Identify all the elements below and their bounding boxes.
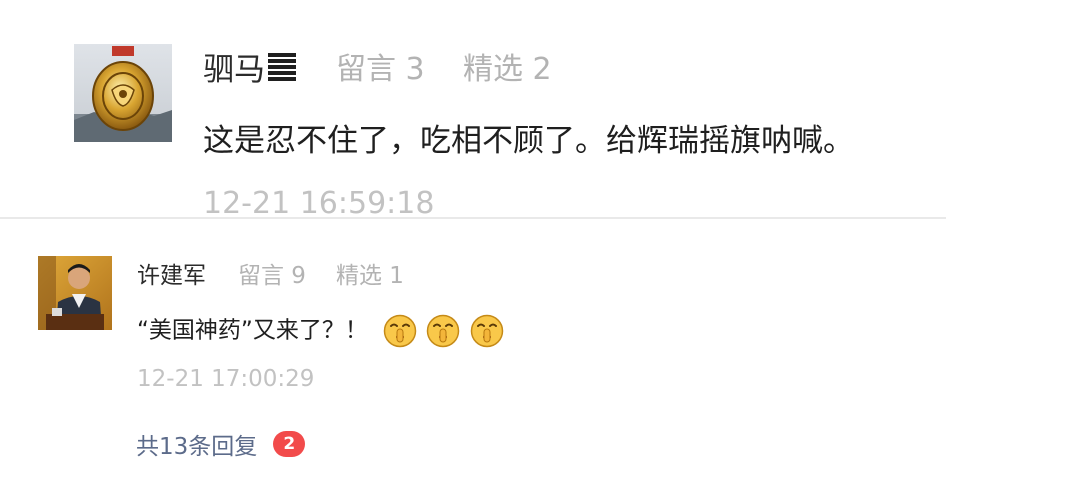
featured-count: 精选 1 bbox=[336, 263, 404, 289]
avatar[interactable] bbox=[38, 256, 112, 330]
view-replies-link[interactable]: 共13条回复 2 bbox=[136, 427, 306, 461]
comment-author[interactable]: 驷马 bbox=[203, 50, 297, 90]
featured-count: 精选 2 bbox=[463, 52, 552, 87]
shushing-face-icon bbox=[427, 314, 460, 347]
author-name: 驷马 bbox=[203, 52, 265, 88]
replies-label: 共13条回复 bbox=[136, 434, 258, 460]
divider bbox=[0, 217, 946, 219]
message-count: 留言 3 bbox=[336, 52, 425, 87]
comment-author[interactable]: 许建军 bbox=[137, 260, 206, 292]
comment-text: “美国神药”又来了？！ bbox=[137, 317, 368, 344]
avatar[interactable] bbox=[74, 44, 172, 142]
trigram-heaven-icon bbox=[268, 53, 296, 81]
comment-timestamp: 12-21 17:00:29 bbox=[137, 366, 315, 392]
person-avatar-image bbox=[38, 256, 112, 330]
shushing-face-icon bbox=[383, 314, 417, 347]
comment-text: 这是忍不住了，吃相不顾了。给辉瑞摇旗呐喊。 bbox=[203, 123, 854, 159]
medal-avatar-image bbox=[74, 44, 172, 142]
shushing-face-icon bbox=[470, 314, 504, 347]
unread-badge: 2 bbox=[273, 431, 306, 457]
message-count: 留言 9 bbox=[238, 263, 306, 289]
comment-content: “美国神药”又来了？！ bbox=[137, 311, 504, 349]
